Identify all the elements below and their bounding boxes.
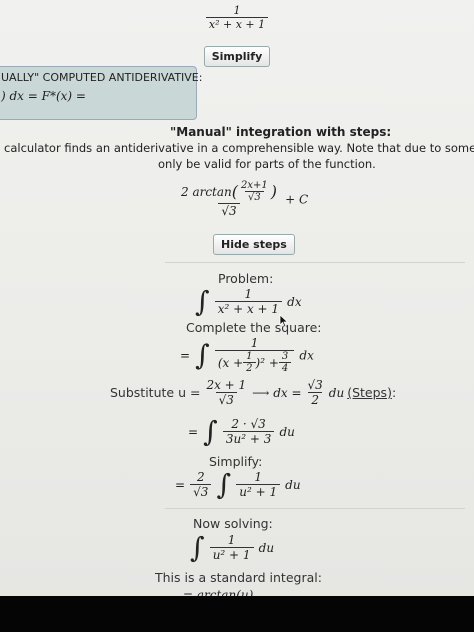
top-denominator: x² + x + 1: [205, 17, 269, 31]
problem-denominator: x² + x + 1: [214, 301, 283, 316]
cs-numerator: 1: [250, 336, 259, 350]
section-description-2: only be valid for parts of the function.: [158, 157, 376, 171]
manual-box-formula: ) dx = F*(x) =: [1, 89, 86, 103]
complete-square-label: Complete the square:: [186, 320, 322, 335]
result-inner-denominator: √3: [245, 191, 264, 203]
substitution-line: Substitute u = 2x + 1 √3 ⟶ dx = √3 2 du (S…: [110, 378, 396, 407]
browser-viewport: 1 x² + x + 1 Simplify UALLY" COMPUTED AN…: [0, 0, 474, 596]
simplified-integral: = 2 √3 ∫ 1 u² + 1 du: [175, 468, 301, 501]
result-arctan: 2 arctan: [181, 184, 232, 199]
substitute-label: Substitute u =: [110, 385, 201, 400]
problem-label: Problem:: [218, 271, 274, 286]
ns-du: du: [258, 541, 275, 555]
sub-du: du: [328, 385, 345, 400]
complete-square-integral: = ∫ 1 (x + 12 )² + 34 dx: [180, 336, 314, 374]
sub-denominator: √3: [215, 392, 237, 407]
problem-dx: dx: [287, 295, 302, 309]
divider: [165, 262, 465, 263]
sub-colon: :: [391, 385, 397, 400]
cs-den-open: (x +: [217, 355, 244, 370]
int2-numerator: 2 · √3: [231, 417, 266, 431]
cs-half-den: 2: [243, 362, 256, 374]
substituted-integral: = ∫ 2 · √3 3u² + 3 du: [188, 415, 295, 448]
cs-dx: dx: [299, 348, 314, 363]
simplify-button[interactable]: Simplify: [203, 46, 271, 67]
hide-steps-button[interactable]: Hide steps: [213, 234, 295, 255]
antiderivative-result: 2 arctan ( 2x+1 √3 ) √3 + C: [181, 180, 309, 218]
section-title: "Manual" integration with steps:: [170, 125, 392, 139]
input-function: 1 x² + x + 1: [0, 4, 474, 31]
problem-numerator: 1: [244, 287, 253, 301]
simplify-label: Simplify:: [209, 454, 263, 469]
manual-box-title: UALLY" COMPUTED ANTIDERIVATIVE:: [1, 71, 203, 84]
standard-integral-label: This is a standard integral:: [155, 570, 322, 585]
cs-den-close: )² +: [255, 355, 279, 370]
sub-dx-numerator: √3: [307, 378, 323, 392]
mouse-cursor-icon: [279, 314, 289, 328]
manual-antiderivative-box[interactable]: UALLY" COMPUTED ANTIDERIVATIVE: ) dx = F…: [0, 66, 202, 120]
divider-2: [165, 508, 465, 509]
sub-dx-denominator: 2: [308, 392, 322, 407]
result-constant: + C: [285, 192, 309, 207]
cs-half-num: 1: [246, 351, 253, 362]
simp-coef-num: 2: [196, 470, 205, 484]
ns-denominator: u² + 1: [209, 547, 254, 562]
result-denominator: √3: [218, 203, 240, 218]
sub-arrow: ⟶ dx =: [252, 385, 302, 400]
cs-quarter-den: 4: [278, 362, 292, 374]
int2-du: du: [279, 425, 295, 439]
top-numerator: 1: [233, 4, 241, 17]
steps-link[interactable]: (Steps): [347, 385, 392, 400]
arctan-line: = arctan(u): [183, 588, 254, 596]
int2-denominator: 3u² + 3: [222, 431, 275, 446]
simp-coef-den: √3: [190, 484, 212, 499]
simp-numerator: 1: [254, 470, 262, 484]
simp-du: du: [285, 478, 301, 492]
now-solving-label: Now solving:: [193, 516, 273, 531]
simp-denominator: u² + 1: [236, 484, 281, 499]
result-inner-numerator: 2x+1: [241, 180, 268, 191]
now-solving-integral: ∫ 1 u² + 1 du: [190, 531, 275, 564]
ns-numerator: 1: [227, 533, 236, 547]
monitor-bezel: [0, 596, 474, 632]
sub-numerator: 2x + 1: [206, 378, 247, 392]
section-description-1: calculator finds an antiderivative in a …: [4, 141, 474, 155]
cs-quarter-num: 3: [281, 351, 289, 362]
